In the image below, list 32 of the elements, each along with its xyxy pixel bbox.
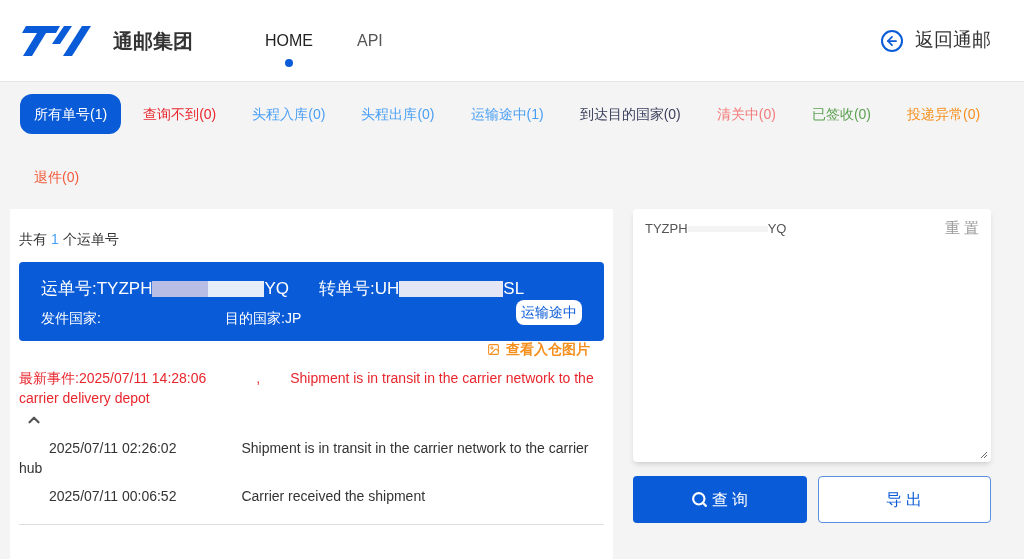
event-entry: 2025/07/11 00:06:52 Carrier received the shipment <box>48 487 427 506</box>
filter-tab[interactable]: 所有单号(1) <box>20 94 122 134</box>
transfer-number: 转单号:UH SL <box>319 278 525 300</box>
filter-tab[interactable]: 运输途中(1) <box>456 94 558 134</box>
filter-tab[interactable]: 退件(0) <box>20 157 94 197</box>
event-entry: 2025/07/11 02:26:02 Shipment is in transit in the carrier network to the carrier hub <box>19 439 590 478</box>
filter-tab[interactable]: 头程出库(0) <box>347 94 449 134</box>
back-link[interactable]: 返回通邮 <box>881 26 991 55</box>
resize-handle-icon <box>980 451 988 459</box>
nav-link[interactable]: API <box>357 28 383 67</box>
nav-link[interactable]: HOME <box>265 28 313 67</box>
filter-tab[interactable]: 投递异常(0) <box>893 94 995 134</box>
brand-name: 通邮集团 <box>113 28 193 54</box>
result-count: 共有 1 个运单号 <box>19 230 120 249</box>
export-button[interactable]: 导 出 <box>817 476 991 523</box>
filter-tab[interactable]: 已签收(0) <box>797 94 885 134</box>
filter-tab[interactable]: 头程入库(0) <box>238 94 340 134</box>
image-icon <box>487 343 500 356</box>
reset-button[interactable]: 重 置 <box>944 217 979 240</box>
destination-country: 目的国家:JP <box>225 308 302 328</box>
view-photos-link[interactable]: 查看入仓图片 <box>487 339 590 360</box>
tracking-input[interactable]: TYZPH YQ 重 置 <box>633 209 991 462</box>
origin-country: 发件国家: <box>41 308 102 328</box>
filter-tab[interactable]: 查询不到(0) <box>129 94 231 134</box>
filter-tab[interactable]: 清关中(0) <box>702 94 790 134</box>
filter-tab[interactable]: 到达目的国家(0) <box>565 94 695 134</box>
tracking-number: 运单号:TYZPH YQ <box>41 278 289 300</box>
search-button[interactable]: 查 询 <box>633 476 807 523</box>
search-icon <box>691 491 708 508</box>
status-badge: 运输途中 <box>516 300 582 325</box>
logo-icon <box>20 23 92 58</box>
latest-event: 最新事件:2025/07/11 14:28:06 , Shipment is in transit in the carrier network to the carrier delivery depot <box>19 369 595 408</box>
